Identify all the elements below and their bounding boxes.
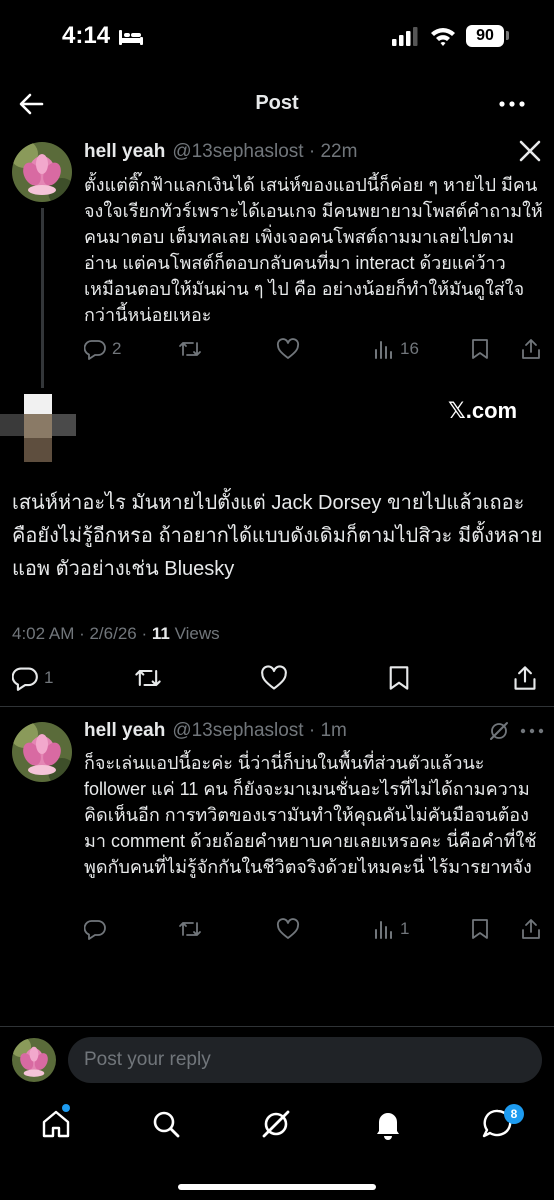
share-icon <box>522 339 540 359</box>
share-button[interactable] <box>520 918 542 940</box>
back-arrow-icon[interactable] <box>18 92 44 116</box>
bookmark-button[interactable] <box>470 338 490 360</box>
author-handle[interactable]: @13sephaslost · 22m <box>172 141 357 163</box>
search-icon <box>153 1111 180 1138</box>
views-chart-icon <box>375 921 392 939</box>
bookmark-icon <box>389 666 409 690</box>
repost-button[interactable] <box>178 338 202 360</box>
post-text: ก็จะเล่นแอปนี้อะค่ะ นี่ว่านี่ก็บ่นในพื้น… <box>84 753 537 877</box>
sleep-focus-icon <box>119 30 143 45</box>
heart-icon <box>276 918 300 939</box>
bookmark-icon <box>472 919 488 939</box>
share-button[interactable] <box>520 338 542 360</box>
share-button[interactable] <box>512 665 538 691</box>
post-actions: 2 16 <box>84 338 544 362</box>
home-indicator <box>178 1184 376 1190</box>
repost-icon <box>179 922 201 936</box>
views-count[interactable]: 11 <box>152 624 170 643</box>
avatar[interactable] <box>12 142 72 202</box>
home-icon <box>42 1110 70 1138</box>
status-time: 4:14 <box>62 22 111 49</box>
bookmark-icon <box>472 339 488 359</box>
reply-icon <box>84 920 106 940</box>
divider <box>0 1026 554 1027</box>
wifi-icon <box>431 28 455 46</box>
views-button[interactable]: 1 <box>374 918 409 940</box>
blurred-avatar[interactable] <box>0 394 76 462</box>
like-button[interactable] <box>276 338 300 360</box>
post-text: ตั้งแต่ติ๊กฟ้าแลกเงินได้ เสน่ห์ของแอปนี้… <box>84 175 543 325</box>
views-button[interactable]: 16 <box>374 338 419 360</box>
share-icon <box>514 666 536 690</box>
reply-count: 1 <box>44 668 54 687</box>
heart-icon <box>261 665 287 690</box>
reply-count: 2 <box>112 339 122 358</box>
reply-input[interactable]: Post your reply <box>68 1037 542 1083</box>
grok-icon[interactable] <box>488 720 510 742</box>
views-count: 16 <box>400 339 419 358</box>
reply-icon <box>12 667 38 691</box>
nav-home[interactable] <box>38 1106 74 1142</box>
messages-badge: 8 <box>504 1104 524 1124</box>
x-com-label: 𝕏.com <box>448 398 518 423</box>
more-options-icon[interactable] <box>498 94 526 114</box>
author-name[interactable]: hell yeah <box>84 720 165 742</box>
views-count: 1 <box>400 919 410 938</box>
heart-icon <box>276 338 300 359</box>
views-label: Views <box>169 624 220 643</box>
divider <box>0 706 554 707</box>
reply-button[interactable]: 1 <box>12 665 53 691</box>
more-options-icon[interactable] <box>520 727 544 735</box>
nav-notifications[interactable] <box>370 1106 406 1142</box>
bell-icon <box>377 1113 399 1140</box>
post-timestamp: 4:02 AM · 2/6/26 · <box>12 624 152 643</box>
post-text: เสน่ห์ห่าอะไร มันหายไปตั้งแต่ Jack Dorse… <box>12 492 543 580</box>
bookmark-button[interactable] <box>470 918 490 940</box>
reply-icon <box>84 340 106 360</box>
nav-search[interactable] <box>148 1106 184 1142</box>
thread-line <box>41 208 44 388</box>
author-name[interactable]: hell yeah <box>84 141 165 163</box>
avatar[interactable] <box>12 1038 56 1082</box>
repost-button[interactable] <box>178 918 202 940</box>
post-meta: 4:02 AM · 2/6/26 · 11 Views <box>12 624 220 644</box>
views-chart-icon <box>375 341 392 359</box>
repost-button[interactable] <box>134 665 162 691</box>
notification-dot <box>62 1104 70 1112</box>
reply-button[interactable] <box>84 918 106 940</box>
reply-button[interactable]: 2 <box>84 338 121 360</box>
page-title: Post <box>255 92 299 114</box>
post-actions: 1 <box>84 918 544 942</box>
share-icon <box>522 919 540 939</box>
post-actions: 1 <box>12 665 542 693</box>
avatar[interactable] <box>12 722 72 782</box>
battery-tip <box>506 31 509 40</box>
x-logo-icon <box>519 140 541 162</box>
repost-icon <box>179 342 201 356</box>
battery-indicator: 90 <box>466 25 504 47</box>
repost-icon <box>135 669 161 687</box>
nav-grok[interactable] <box>258 1106 294 1142</box>
author-handle[interactable]: @13sephaslost · 1m <box>172 720 347 742</box>
like-button[interactable] <box>276 918 300 940</box>
like-button[interactable] <box>260 665 288 691</box>
cellular-signal-icon <box>392 27 418 46</box>
grok-icon <box>262 1110 290 1138</box>
bookmark-button[interactable] <box>387 665 411 691</box>
